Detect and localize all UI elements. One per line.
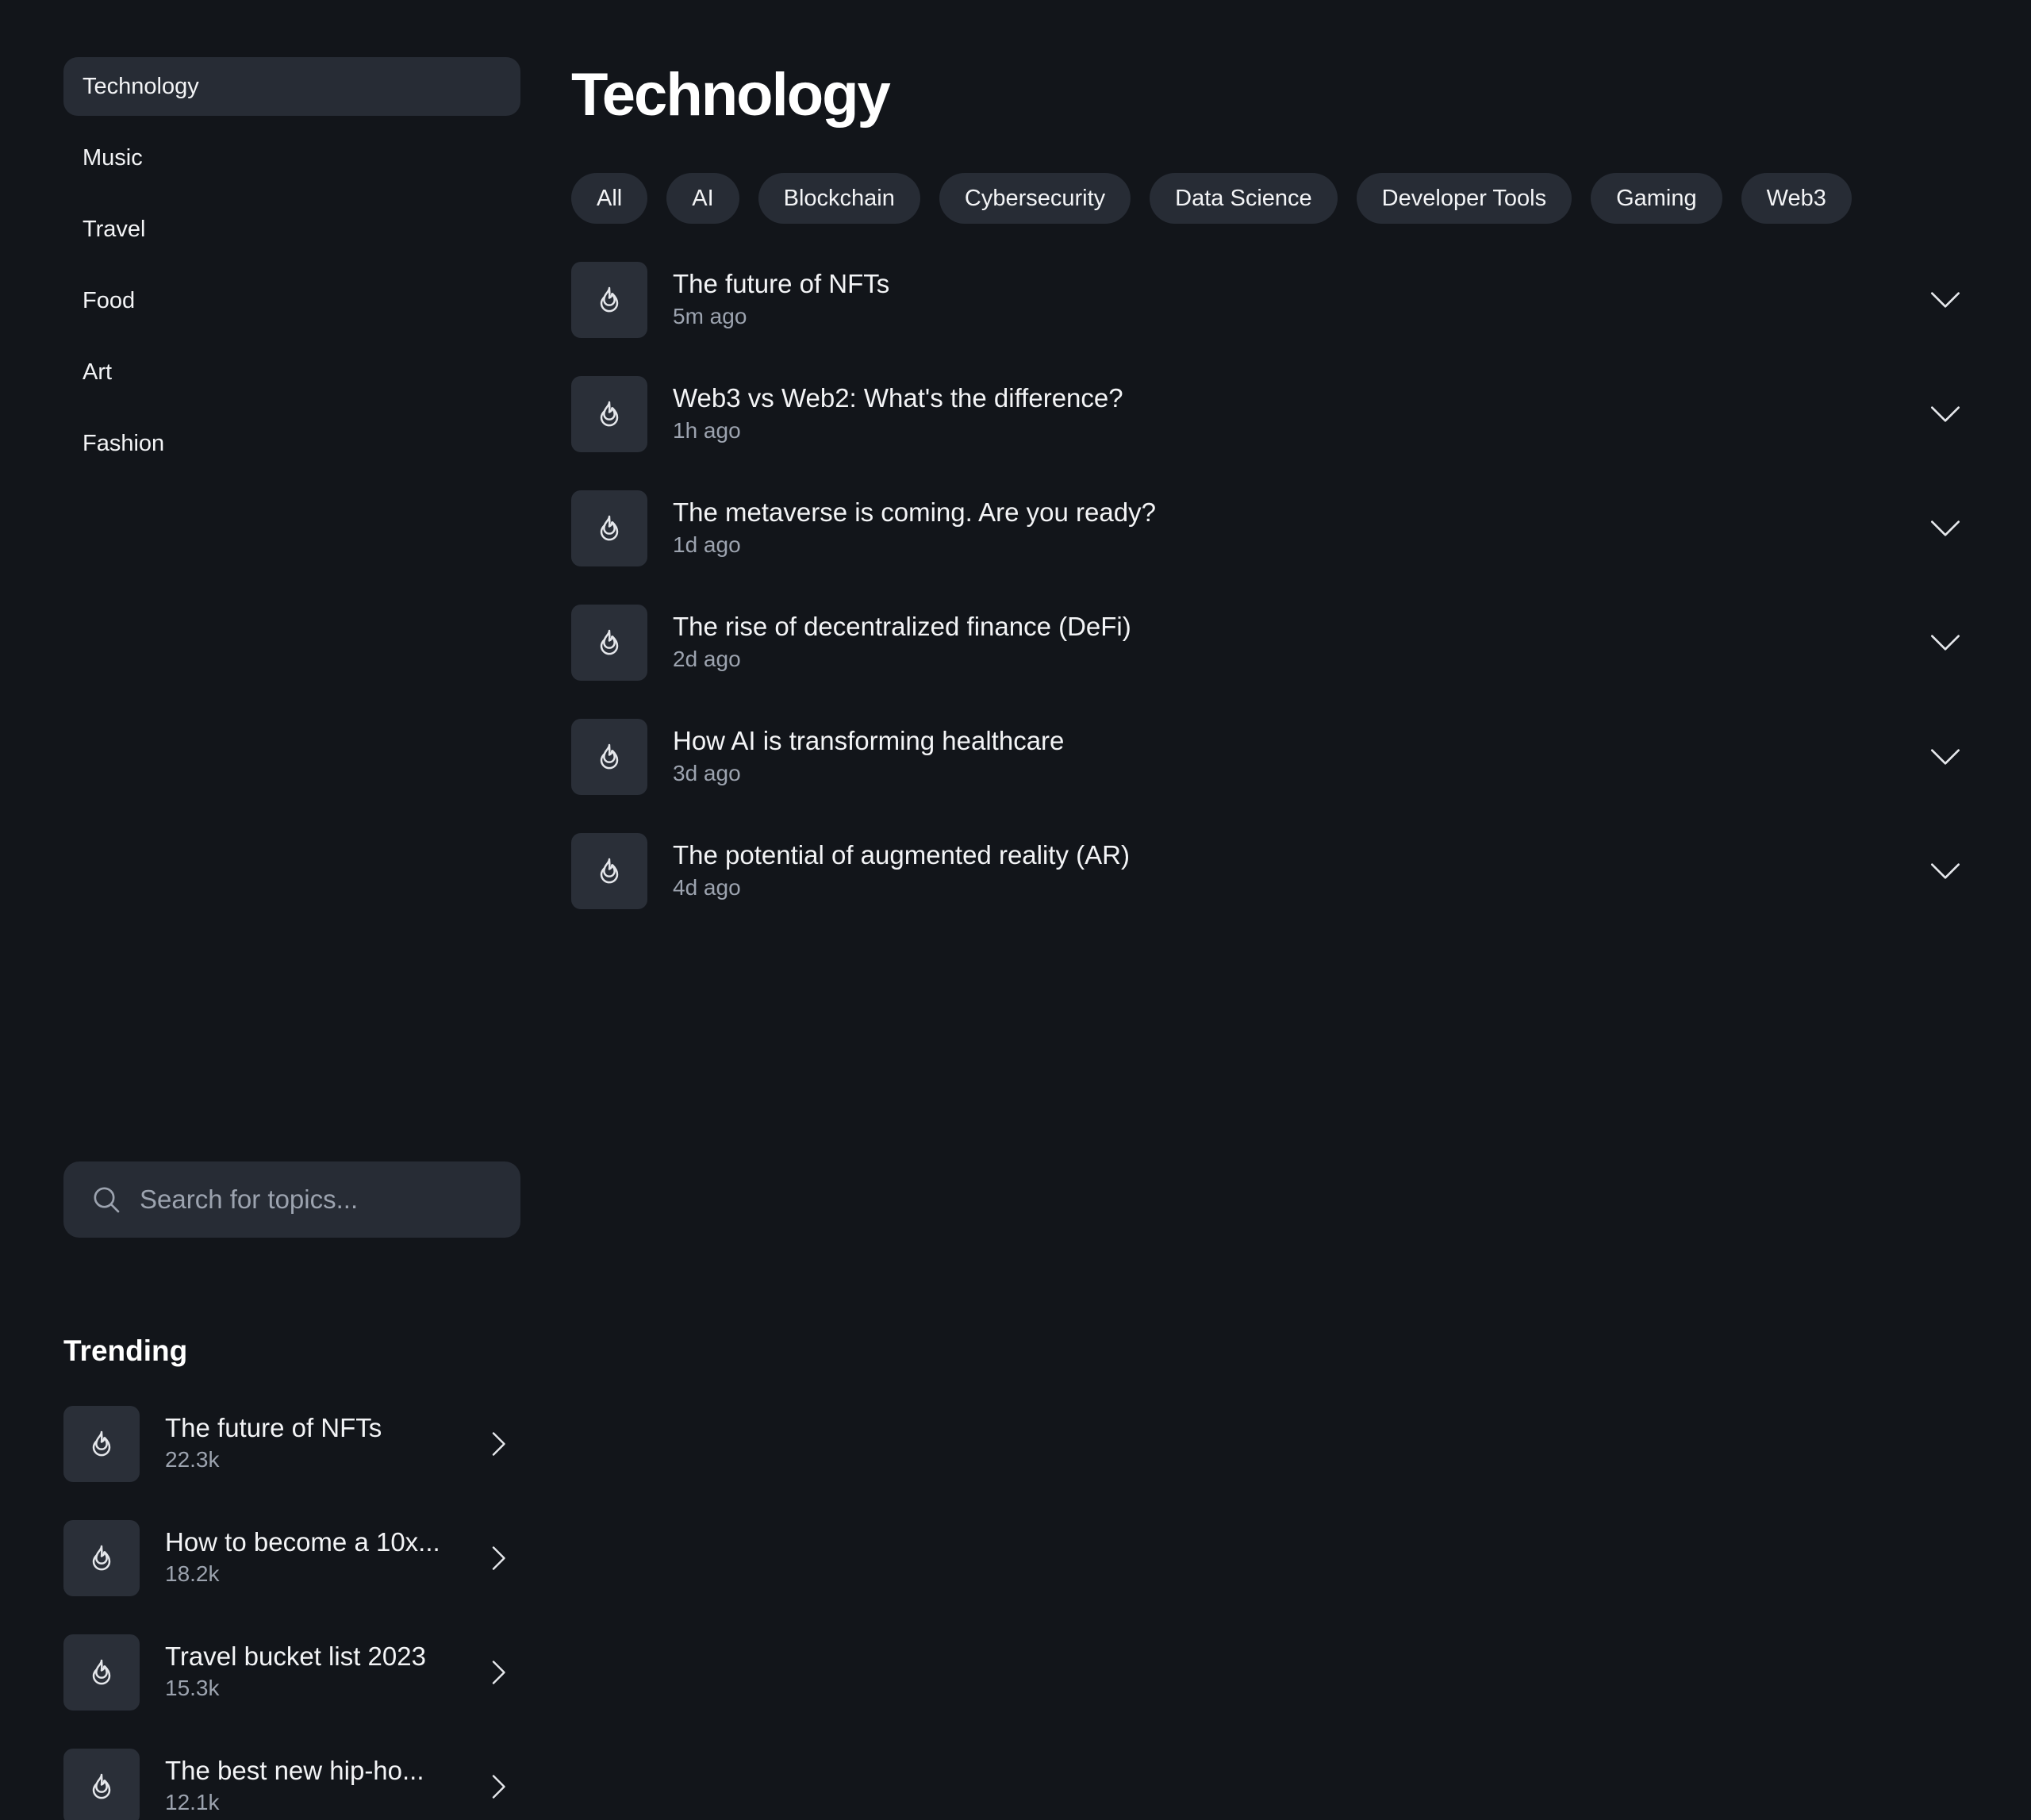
feed-item-title: The metaverse is coming. Are you ready?: [673, 497, 1156, 527]
flame-icon: [63, 1406, 140, 1482]
trending-item[interactable]: How to become a 10x... 18.2k: [63, 1520, 520, 1596]
chevron-right-icon[interactable]: [484, 1658, 513, 1687]
chevron-down-icon[interactable]: [1929, 860, 1961, 882]
feed-item[interactable]: The potential of augmented reality (AR) …: [571, 833, 1968, 909]
sidebar-item-music[interactable]: Music: [63, 129, 520, 187]
search-icon: [94, 1187, 120, 1213]
topic-feed: The future of NFTs 5m ago Web3 vs Web2: …: [571, 262, 1968, 909]
chevron-right-icon[interactable]: [484, 1772, 513, 1801]
flame-icon: [571, 719, 647, 795]
sidebar-item-technology[interactable]: Technology: [63, 57, 520, 116]
feed-item-title: How AI is transforming healthcare: [673, 726, 1065, 755]
feed-item-time: 1d ago: [673, 532, 741, 557]
app-root: Technology Music Travel Food Art Fashion…: [0, 0, 2031, 1820]
trending-item-title: Travel bucket list 2023: [165, 1641, 426, 1671]
filter-developer-tools[interactable]: Developer Tools: [1356, 173, 1572, 224]
chevron-right-icon[interactable]: [484, 1544, 513, 1572]
chevron-down-icon[interactable]: [1929, 632, 1961, 654]
chevron-down-icon[interactable]: [1929, 403, 1961, 425]
filter-cybersecurity[interactable]: Cybersecurity: [939, 173, 1131, 224]
main-content: Technology All AI Blockchain Cybersecuri…: [571, 57, 1968, 947]
filter-data-science[interactable]: Data Science: [1150, 173, 1338, 224]
sidebar-item-food[interactable]: Food: [63, 271, 520, 330]
trending-item-count: 18.2k: [165, 1561, 220, 1586]
filter-blockchain[interactable]: Blockchain: [758, 173, 920, 224]
feed-item-title: Web3 vs Web2: What's the difference?: [673, 383, 1123, 413]
feed-item[interactable]: Web3 vs Web2: What's the difference? 1h …: [571, 376, 1968, 452]
flame-icon: [571, 833, 647, 909]
filter-web3[interactable]: Web3: [1741, 173, 1852, 224]
flame-icon: [63, 1634, 140, 1711]
feed-item-title: The potential of augmented reality (AR): [673, 840, 1130, 870]
trending-list: The future of NFTs 22.3k How to become a…: [63, 1406, 520, 1820]
flame-icon: [63, 1520, 140, 1596]
chevron-down-icon[interactable]: [1929, 517, 1961, 539]
filter-all[interactable]: All: [571, 173, 648, 224]
feed-item[interactable]: The metaverse is coming. Are you ready? …: [571, 490, 1968, 566]
chevron-down-icon[interactable]: [1929, 746, 1961, 768]
trending-item-count: 12.1k: [165, 1790, 220, 1814]
sidebar: Technology Music Travel Food Art Fashion…: [63, 57, 520, 1820]
flame-icon: [63, 1749, 140, 1820]
sidebar-item-travel[interactable]: Travel: [63, 200, 520, 259]
trending-item-count: 22.3k: [165, 1447, 220, 1472]
trending-item-title: The best new hip-ho...: [165, 1756, 424, 1785]
sidebar-item-art[interactable]: Art: [63, 343, 520, 401]
feed-item[interactable]: The rise of decentralized finance (DeFi)…: [571, 605, 1968, 681]
feed-item-time: 5m ago: [673, 304, 747, 328]
trending-heading: Trending: [63, 1334, 188, 1367]
feed-item-time: 4d ago: [673, 875, 741, 900]
feed-item[interactable]: The future of NFTs 5m ago: [571, 262, 1968, 338]
feed-item-time: 3d ago: [673, 761, 741, 785]
trending-item-title: The future of NFTs: [165, 1413, 382, 1442]
chevron-right-icon[interactable]: [484, 1430, 513, 1458]
search-input[interactable]: [138, 1184, 490, 1215]
flame-icon: [571, 262, 647, 338]
feed-item[interactable]: How AI is transforming healthcare 3d ago: [571, 719, 1968, 795]
trending-item[interactable]: The best new hip-ho... 12.1k: [63, 1749, 520, 1820]
flame-icon: [571, 605, 647, 681]
feed-item-time: 2d ago: [673, 647, 741, 671]
sidebar-nav: Technology Music Travel Food Art Fashion: [63, 57, 520, 473]
trending-item-title: How to become a 10x...: [165, 1527, 440, 1557]
search-box[interactable]: [63, 1161, 520, 1238]
flame-icon: [571, 376, 647, 452]
trending-item[interactable]: The future of NFTs 22.3k: [63, 1406, 520, 1482]
filter-ai[interactable]: AI: [666, 173, 739, 224]
sidebar-item-fashion[interactable]: Fashion: [63, 414, 520, 473]
feed-item-title: The future of NFTs: [673, 269, 890, 298]
chevron-down-icon[interactable]: [1929, 289, 1961, 311]
feed-item-title: The rise of decentralized finance (DeFi): [673, 612, 1131, 641]
trending-item[interactable]: Travel bucket list 2023 15.3k: [63, 1634, 520, 1711]
trending-item-count: 15.3k: [165, 1676, 220, 1700]
filter-pills: All AI Blockchain Cybersecurity Data Sci…: [571, 173, 1968, 224]
filter-gaming[interactable]: Gaming: [1591, 173, 1722, 224]
feed-item-time: 1h ago: [673, 418, 741, 443]
flame-icon: [571, 490, 647, 566]
page-title: Technology: [571, 61, 891, 129]
